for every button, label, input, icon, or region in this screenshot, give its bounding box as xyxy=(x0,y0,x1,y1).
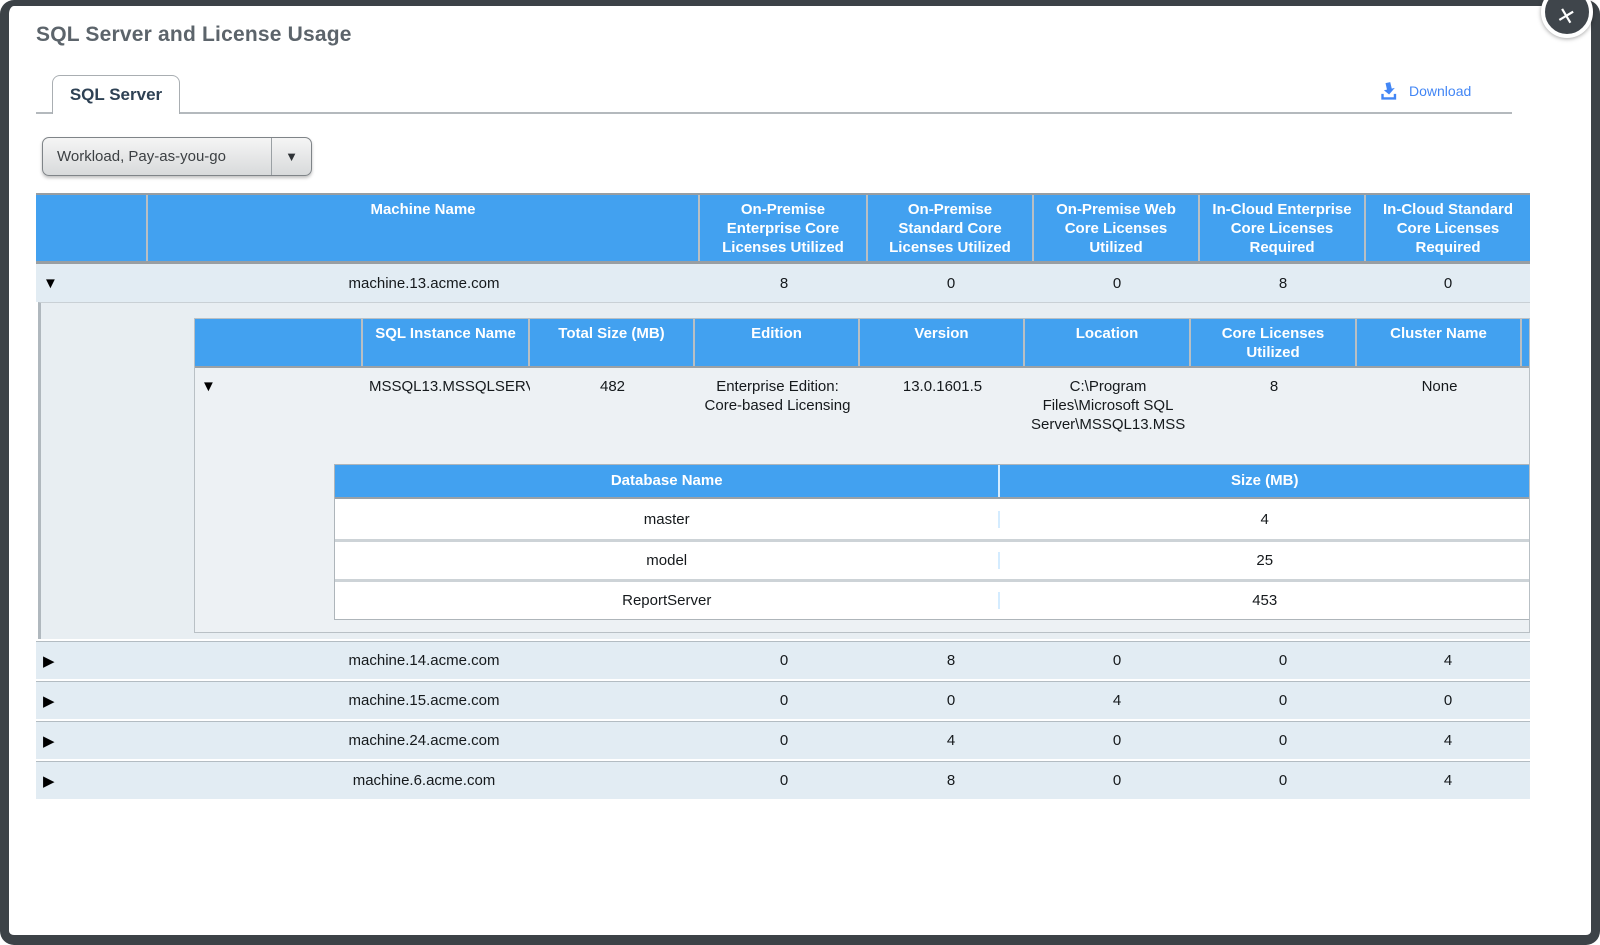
instance-core-licenses: 8 xyxy=(1191,377,1357,464)
value-onprem-standard: 4 xyxy=(868,732,1034,749)
machine-name: machine.24.acme.com xyxy=(148,732,700,749)
value-incloud-enterprise: 8 xyxy=(1200,275,1366,292)
column-header-instance-name: SQL Instance Name xyxy=(363,319,530,366)
machine-row[interactable]: ▶ machine.15.acme.com 0 0 4 0 0 xyxy=(36,681,1530,719)
machine-table-header: Machine Name On-Premise Enterprise Core … xyxy=(36,193,1530,264)
machine-row[interactable]: ▼ machine.13.acme.com 8 0 0 8 0 xyxy=(36,264,1530,302)
column-header-cluster-name: Cluster Name xyxy=(1357,319,1522,366)
expand-icon[interactable]: ▶ xyxy=(36,692,148,710)
column-header-onprem-standard: On-Premise Standard Core Licenses Utiliz… xyxy=(868,195,1034,261)
value-incloud-enterprise: 0 xyxy=(1200,652,1366,669)
machine-name: machine.14.acme.com xyxy=(148,652,700,669)
value-incloud-standard: 4 xyxy=(1366,652,1530,669)
collapse-icon[interactable]: ▼ xyxy=(195,377,363,464)
value-incloud-standard: 4 xyxy=(1366,772,1530,789)
close-button[interactable]: ✕ xyxy=(1541,0,1593,38)
database-row: model 25 xyxy=(335,539,1529,579)
value-incloud-standard: 4 xyxy=(1366,732,1530,749)
machine-name: machine.6.acme.com xyxy=(148,772,700,789)
sql-instance-table: SQL Instance Name Total Size (MB) Editio… xyxy=(194,318,1530,633)
value-onprem-web: 4 xyxy=(1034,692,1200,709)
database-name: master xyxy=(335,511,1000,528)
workload-dropdown-value: Workload, Pay-as-you-go xyxy=(43,148,271,165)
download-icon xyxy=(1377,79,1400,102)
collapse-icon[interactable]: ▼ xyxy=(36,275,148,292)
database-name: model xyxy=(335,552,1000,569)
instance-total-size: 482 xyxy=(530,377,695,464)
database-table: Database Name Size (MB) master 4 model 2… xyxy=(334,464,1529,620)
column-header-clipped xyxy=(1522,319,1530,366)
expand-icon[interactable]: ▶ xyxy=(36,772,148,790)
column-header-edition: Edition xyxy=(695,319,860,366)
column-header-total-size: Total Size (MB) xyxy=(530,319,695,366)
instance-cluster-name: None xyxy=(1357,377,1522,464)
value-incloud-standard: 0 xyxy=(1366,275,1530,292)
database-name: ReportServer xyxy=(335,592,1000,609)
database-size: 453 xyxy=(1000,592,1529,609)
machine-row[interactable]: ▶ machine.24.acme.com 0 4 0 0 4 xyxy=(36,721,1530,759)
column-header-version: Version xyxy=(860,319,1025,366)
column-header-core-licenses: Core Licenses Utilized xyxy=(1191,319,1357,366)
download-button[interactable]: Download xyxy=(1377,79,1471,102)
expander-column-header xyxy=(36,195,148,261)
tab-label: SQL Server xyxy=(70,85,162,105)
license-usage-dialog: SQL Server and License Usage SQL Server … xyxy=(0,0,1600,945)
column-header-location: Location xyxy=(1025,319,1191,366)
value-incloud-enterprise: 0 xyxy=(1200,732,1366,749)
value-onprem-enterprise: 0 xyxy=(700,692,868,709)
database-table-header: Database Name Size (MB) xyxy=(335,465,1529,499)
workload-dropdown[interactable]: Workload, Pay-as-you-go ▼ xyxy=(42,137,312,176)
machine-table: Machine Name On-Premise Enterprise Core … xyxy=(36,193,1530,799)
value-onprem-enterprise: 0 xyxy=(700,652,868,669)
instance-name: MSSQL13.MSSQLSERV xyxy=(363,377,530,464)
tab-sql-server[interactable]: SQL Server xyxy=(52,75,180,114)
column-header-incloud-enterprise: In-Cloud Enterprise Core Licenses Requir… xyxy=(1200,195,1366,261)
database-row: ReportServer 453 xyxy=(335,579,1529,619)
value-onprem-standard: 8 xyxy=(868,652,1034,669)
column-header-onprem-enterprise: On-Premise Enterprise Core Licenses Util… xyxy=(700,195,868,261)
value-incloud-enterprise: 0 xyxy=(1200,772,1366,789)
column-header-incloud-standard: In-Cloud Standard Core Licenses Required xyxy=(1366,195,1530,261)
chevron-down-icon[interactable]: ▼ xyxy=(271,138,311,175)
close-icon: ✕ xyxy=(1554,2,1578,32)
tab-bar-divider xyxy=(36,112,1512,114)
machine-13-expanded-panel: SQL Instance Name Total Size (MB) Editio… xyxy=(38,302,1530,639)
column-header-onprem-web: On-Premise Web Core Licenses Utilized xyxy=(1034,195,1200,261)
value-onprem-standard: 8 xyxy=(868,772,1034,789)
page-title: SQL Server and License Usage xyxy=(36,23,352,47)
value-onprem-enterprise: 0 xyxy=(700,772,868,789)
value-onprem-web: 0 xyxy=(1034,732,1200,749)
database-size: 4 xyxy=(1000,511,1529,528)
sql-instance-table-header: SQL Instance Name Total Size (MB) Editio… xyxy=(195,319,1530,368)
value-onprem-enterprise: 8 xyxy=(700,275,868,292)
instance-edition: Enterprise Edition: Core-based Licensing xyxy=(695,377,860,464)
column-header-db-size: Size (MB) xyxy=(1000,465,1529,497)
value-incloud-enterprise: 0 xyxy=(1200,692,1366,709)
value-onprem-standard: 0 xyxy=(868,275,1034,292)
sql-instance-row[interactable]: ▼ MSSQL13.MSSQLSERV 482 Enterprise Editi… xyxy=(195,368,1529,464)
download-label: Download xyxy=(1409,83,1471,99)
machine-row[interactable]: ▶ machine.6.acme.com 0 8 0 0 4 xyxy=(36,761,1530,799)
value-onprem-web: 0 xyxy=(1034,652,1200,669)
instance-location: C:\Program Files\Microsoft SQL Server\MS… xyxy=(1025,377,1191,464)
value-onprem-web: 0 xyxy=(1034,275,1200,292)
column-header-database-name: Database Name xyxy=(335,465,1000,497)
expand-icon[interactable]: ▶ xyxy=(36,652,148,670)
value-onprem-standard: 0 xyxy=(868,692,1034,709)
value-onprem-enterprise: 0 xyxy=(700,732,868,749)
machine-name: machine.15.acme.com xyxy=(148,692,700,709)
database-size: 25 xyxy=(1000,552,1529,569)
column-header-machine-name: Machine Name xyxy=(148,195,700,261)
machine-row[interactable]: ▶ machine.14.acme.com 0 8 0 0 4 xyxy=(36,641,1530,679)
machine-name: machine.13.acme.com xyxy=(148,275,700,292)
value-onprem-web: 0 xyxy=(1034,772,1200,789)
value-incloud-standard: 0 xyxy=(1366,692,1530,709)
instance-version: 13.0.1601.5 xyxy=(860,377,1025,464)
expand-icon[interactable]: ▶ xyxy=(36,732,148,750)
database-row: master 4 xyxy=(335,499,1529,539)
expander-column-header xyxy=(195,319,363,366)
